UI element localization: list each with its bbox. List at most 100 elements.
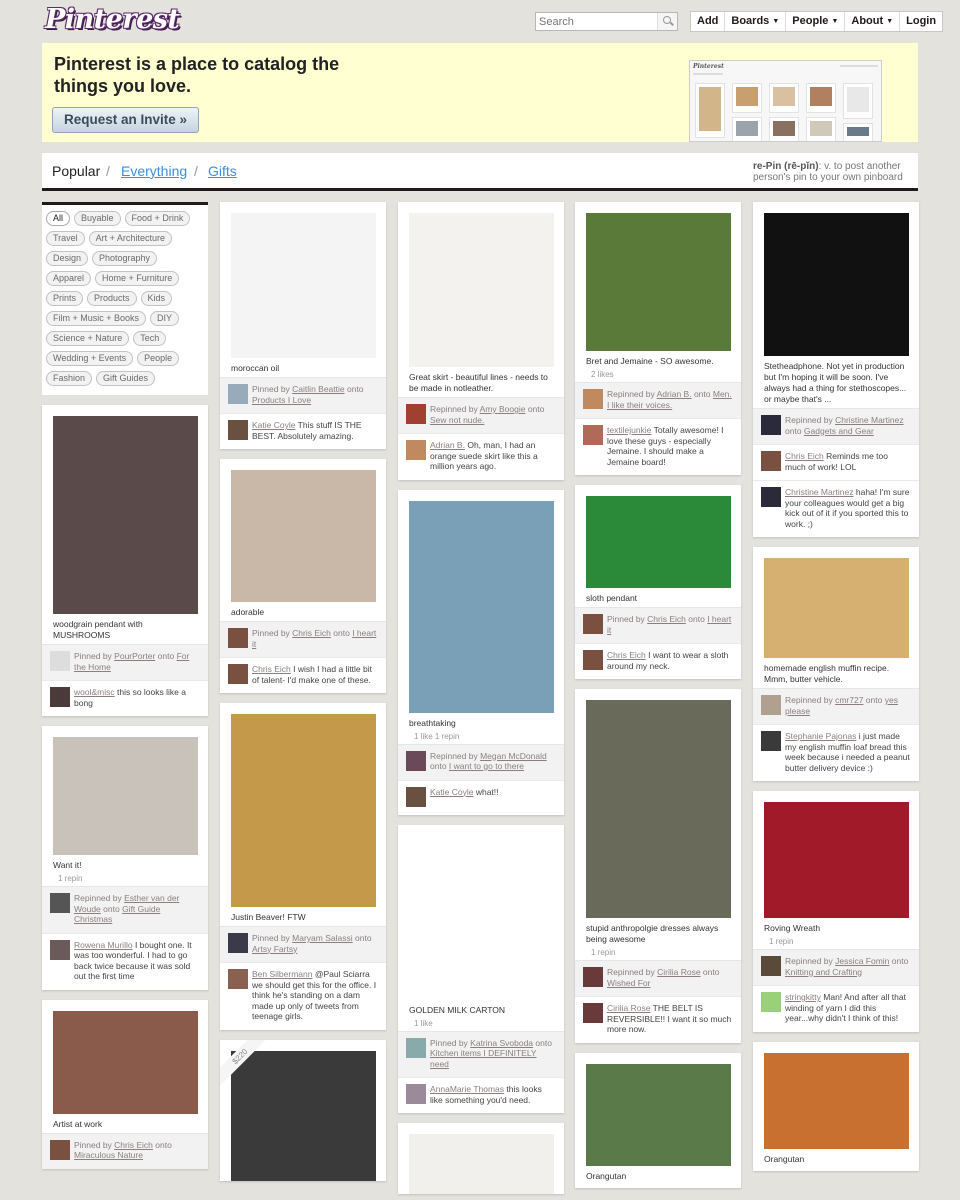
nav-add[interactable]: Add — [691, 12, 726, 31]
category-science-nature[interactable]: Science + Nature — [46, 331, 130, 346]
category-tech[interactable]: Tech — [133, 331, 167, 346]
avatar[interactable] — [583, 425, 603, 445]
category-all[interactable]: All — [46, 211, 71, 226]
avatar[interactable] — [583, 614, 603, 634]
board-link[interactable]: Artsy Fartsy — [252, 944, 297, 954]
user-link[interactable]: wool&misc — [74, 687, 115, 697]
pinterest-logo[interactable]: Pinterest — [45, 4, 180, 35]
nav-boards[interactable]: Boards ▼ — [725, 12, 787, 31]
avatar[interactable] — [50, 651, 70, 671]
category-products[interactable]: Products — [87, 291, 137, 306]
category-design[interactable]: Design — [46, 251, 89, 266]
board-link[interactable]: Products I Love — [252, 395, 311, 405]
category-fashion[interactable]: Fashion — [46, 371, 93, 386]
user-link[interactable]: textilejunkie — [607, 425, 651, 435]
category-photography[interactable]: Photography — [92, 251, 158, 266]
user-link[interactable]: Christine Martinez — [835, 415, 904, 425]
category-kids[interactable]: Kids — [140, 291, 173, 306]
avatar[interactable] — [761, 415, 781, 435]
pin-image[interactable] — [231, 213, 376, 358]
avatar[interactable] — [228, 628, 248, 648]
avatar[interactable] — [50, 893, 70, 913]
user-link[interactable]: Chris Eich — [292, 628, 331, 638]
filter-popular[interactable]: Popular — [52, 163, 100, 179]
user-link[interactable]: Chris Eich — [252, 664, 291, 674]
category-art-architecture[interactable]: Art + Architecture — [88, 231, 172, 246]
board-link[interactable]: Sew not nude. — [430, 415, 484, 425]
user-link[interactable]: AnnaMarie Thomas — [430, 1084, 504, 1094]
avatar[interactable] — [228, 664, 248, 684]
category-wedding-events[interactable]: Wedding + Events — [46, 351, 134, 366]
search-input[interactable] — [536, 13, 658, 30]
user-link[interactable]: Chris Eich — [647, 614, 686, 624]
pin-image[interactable] — [53, 416, 198, 614]
avatar[interactable] — [228, 384, 248, 404]
user-link[interactable]: Chris Eich — [607, 650, 646, 660]
avatar[interactable] — [228, 420, 248, 440]
user-link[interactable]: Chris Eich — [114, 1140, 153, 1150]
user-link[interactable]: Cirilia Rose — [657, 967, 700, 977]
request-invite-button[interactable]: Request an Invite » — [52, 107, 199, 133]
user-link[interactable]: Cirilia Rose — [607, 1003, 650, 1013]
avatar[interactable] — [50, 1139, 70, 1160]
pin-image[interactable] — [231, 714, 376, 907]
category-travel[interactable]: Travel — [46, 231, 85, 246]
search-button[interactable] — [657, 13, 677, 30]
avatar[interactable] — [761, 731, 781, 751]
avatar[interactable] — [761, 992, 781, 1012]
user-link[interactable]: PourPorter — [114, 651, 155, 661]
avatar[interactable] — [406, 750, 426, 771]
user-link[interactable]: Maryam Salassi — [292, 933, 352, 943]
category-people[interactable]: People — [137, 351, 180, 366]
category-film-music-books[interactable]: Film + Music + Books — [46, 311, 147, 326]
board-link[interactable]: I want to go to there — [449, 761, 524, 771]
pin-image[interactable] — [586, 496, 731, 588]
user-link[interactable]: Katie Coyle — [430, 787, 473, 797]
pin-image[interactable] — [586, 1063, 731, 1166]
pin-image[interactable] — [764, 802, 909, 918]
user-link[interactable]: Katrina Svoboda — [470, 1038, 533, 1048]
user-link[interactable]: Ben Silbermann — [252, 969, 312, 979]
pin-image[interactable] — [764, 1052, 909, 1149]
board-link[interactable]: Knitting and Crafting — [785, 967, 862, 977]
user-link[interactable]: Amy Boogie — [480, 404, 526, 414]
pin-image[interactable] — [231, 470, 376, 602]
user-link[interactable]: Katie Coyle — [252, 420, 295, 430]
user-link[interactable]: Stephanie Pajonas — [785, 731, 856, 741]
avatar[interactable] — [50, 687, 70, 707]
avatar[interactable] — [761, 695, 781, 715]
pin-image[interactable] — [409, 835, 554, 1000]
pin-image[interactable] — [586, 213, 731, 351]
pin-image[interactable] — [409, 1134, 554, 1194]
avatar[interactable] — [583, 967, 603, 987]
user-link[interactable]: Adrian B. — [657, 389, 692, 399]
category-diy[interactable]: DIY — [150, 311, 180, 326]
avatar[interactable] — [406, 786, 426, 807]
filter-gifts[interactable]: Gifts — [208, 163, 237, 179]
avatar[interactable] — [583, 1003, 603, 1023]
user-link[interactable]: Jessica Fomin — [835, 956, 889, 966]
pin-image[interactable] — [764, 213, 909, 356]
pin-image[interactable] — [53, 1010, 198, 1114]
board-link[interactable]: Miraculous Nature — [74, 1150, 143, 1160]
user-link[interactable]: Rowena Murillo — [74, 940, 133, 950]
avatar[interactable] — [406, 1084, 426, 1104]
pin-image[interactable] — [409, 500, 554, 713]
user-link[interactable]: cmr727 — [835, 695, 863, 705]
avatar[interactable] — [761, 451, 781, 471]
avatar[interactable] — [583, 389, 603, 409]
pin-image[interactable] — [586, 700, 731, 918]
avatar[interactable] — [761, 487, 781, 507]
category-gift-guides[interactable]: Gift Guides — [96, 371, 156, 386]
pin-image[interactable] — [764, 558, 909, 658]
category-home-furniture[interactable]: Home + Furniture — [95, 271, 180, 286]
category-buyable[interactable]: Buyable — [74, 211, 121, 226]
board-link[interactable]: Wished For — [607, 978, 650, 988]
user-link[interactable]: Adrian B. — [430, 440, 465, 450]
avatar[interactable] — [228, 933, 248, 953]
category-prints[interactable]: Prints — [46, 291, 84, 306]
avatar[interactable] — [583, 650, 603, 670]
category-food-drink[interactable]: Food + Drink — [124, 211, 191, 226]
board-link[interactable]: Gadgets and Gear — [804, 426, 874, 436]
avatar[interactable] — [50, 939, 70, 960]
